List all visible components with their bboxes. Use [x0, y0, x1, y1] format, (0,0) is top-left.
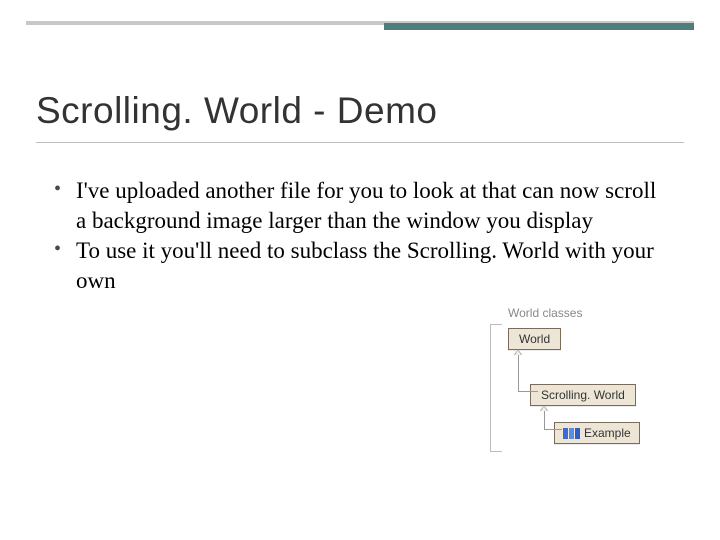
- bullet-list: I've uploaded another file for you to lo…: [54, 176, 660, 296]
- top-accent-teal: [384, 23, 694, 30]
- diagram-group-label: World classes: [508, 306, 582, 320]
- example-icon: [563, 428, 580, 439]
- slide: Scrolling. World - Demo I've uploaded an…: [0, 0, 720, 540]
- title-rule: [36, 142, 684, 143]
- list-item: I've uploaded another file for you to lo…: [54, 176, 660, 236]
- list-item: To use it you'll need to subclass the Sc…: [54, 236, 660, 296]
- inheritance-arrowhead: [540, 405, 548, 411]
- class-diagram: World classes World Scrolling. World Exa…: [446, 302, 656, 462]
- diagram-bracket: [490, 324, 502, 452]
- inheritance-connector: [518, 350, 538, 392]
- class-box-world: World: [508, 328, 561, 350]
- class-box-scrollingworld: Scrolling. World: [530, 384, 636, 406]
- slide-title: Scrolling. World - Demo: [36, 90, 437, 132]
- inheritance-arrowhead: [514, 349, 522, 355]
- class-box-example-label: Example: [584, 426, 631, 440]
- class-box-example: Example: [554, 422, 640, 444]
- slide-body: I've uploaded another file for you to lo…: [54, 176, 660, 296]
- top-accent-bar: [26, 21, 694, 30]
